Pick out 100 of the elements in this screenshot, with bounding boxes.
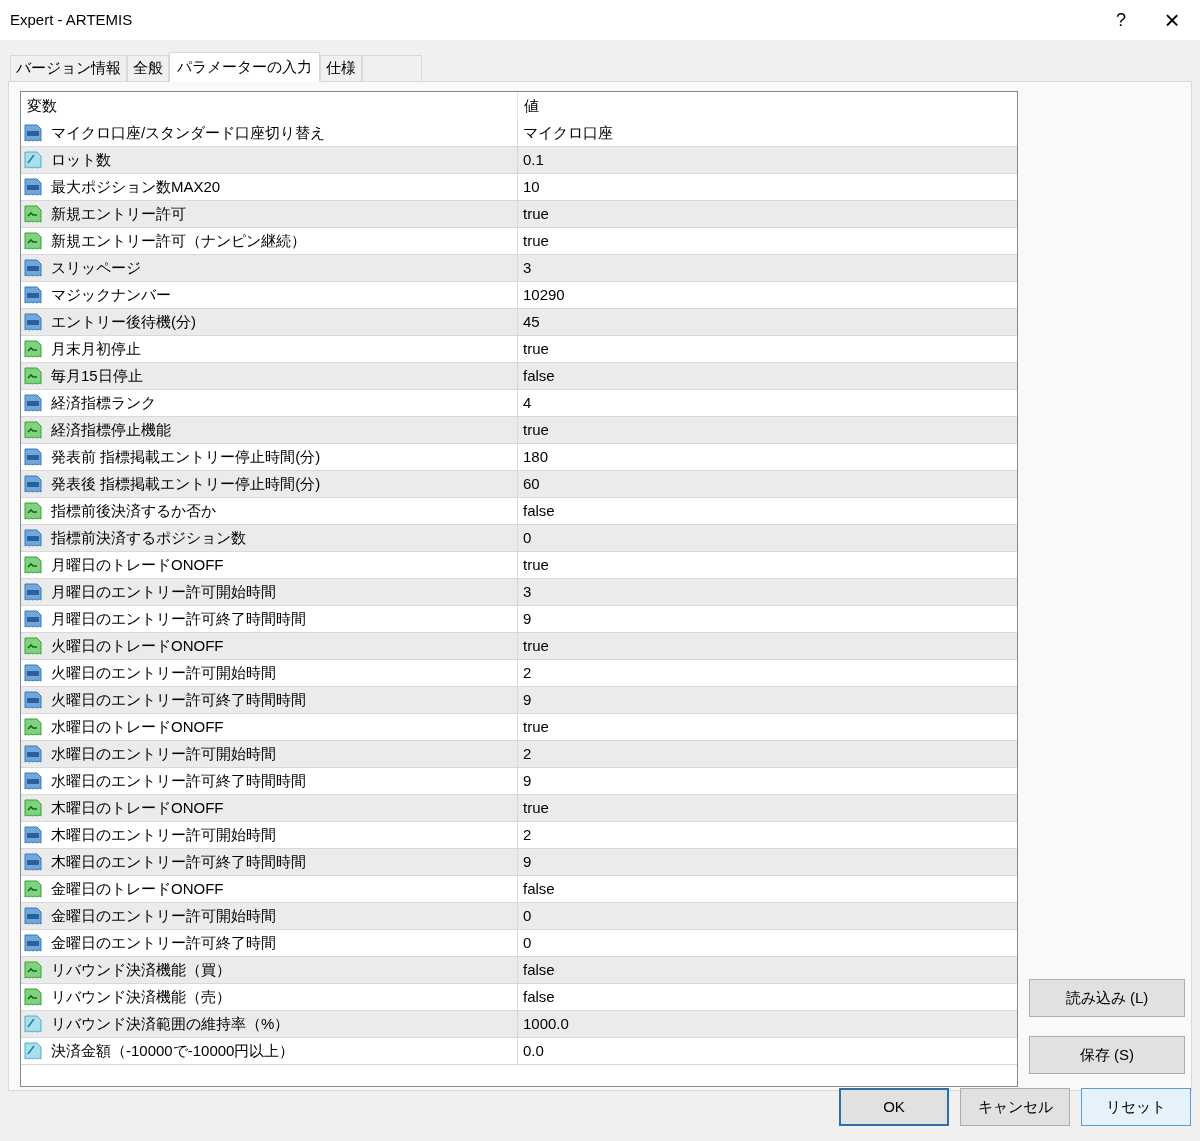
side-button[interactable]: 読み込み (L) — [1029, 979, 1185, 1017]
integer-type-icon — [23, 285, 43, 305]
parameter-name: 火曜日のエントリー許可開始時間 — [51, 662, 276, 683]
parameter-value[interactable]: true — [523, 715, 549, 739]
parameter-name: 月曜日のトレードONOFF — [51, 554, 224, 575]
parameter-value[interactable]: 2 — [523, 742, 532, 766]
tab[interactable]: パラメーターの入力 — [169, 52, 320, 82]
parameter-name: 月曜日のエントリー許可開始時間 — [51, 581, 276, 602]
parameter-name: ロット数 — [51, 149, 111, 170]
integer-type-icon — [23, 771, 43, 791]
integer-type-icon — [23, 609, 43, 629]
parameter-value[interactable]: 180 — [523, 445, 549, 469]
dialog-button[interactable]: OK — [839, 1088, 949, 1126]
integer-type-icon — [23, 177, 43, 197]
boolean-type-icon — [23, 366, 43, 386]
parameter-value[interactable]: 9 — [523, 607, 532, 631]
parameter-value[interactable]: true — [523, 634, 549, 658]
parameter-value[interactable]: 45 — [523, 310, 540, 334]
parameter-value[interactable]: 0 — [523, 526, 532, 550]
column-header[interactable]: 値 — [518, 92, 1017, 120]
decimal-type-icon — [23, 150, 43, 170]
integer-type-icon — [23, 933, 43, 953]
parameter-value[interactable]: 3 — [523, 580, 532, 604]
boolean-type-icon — [23, 501, 43, 521]
parameter-value[interactable]: 60 — [523, 472, 540, 496]
decimal-type-icon — [23, 1014, 43, 1034]
parameter-value[interactable]: false — [523, 877, 555, 901]
side-button[interactable]: 保存 (S) — [1029, 1036, 1185, 1074]
boolean-type-icon — [23, 231, 43, 251]
parameter-value[interactable]: 3 — [523, 256, 532, 280]
integer-type-icon — [23, 582, 43, 602]
integer-type-icon — [23, 393, 43, 413]
parameter-value[interactable]: 10 — [523, 175, 540, 199]
integer-type-icon — [23, 852, 43, 872]
parameter-name: 発表後 指標掲載エントリー停止時間(分) — [51, 473, 321, 494]
parameter-name: 月末月初停止 — [51, 338, 141, 359]
parameter-value[interactable]: false — [523, 364, 555, 388]
parameter-value[interactable]: false — [523, 499, 555, 523]
parameter-value[interactable]: false — [523, 958, 555, 982]
parameter-value[interactable]: true — [523, 418, 549, 442]
parameter-name: 木曜日のエントリー許可開始時間 — [51, 824, 276, 845]
boolean-type-icon — [23, 987, 43, 1007]
integer-type-icon — [23, 123, 43, 143]
parameter-name: 火曜日のトレードONOFF — [51, 635, 224, 656]
boolean-type-icon — [23, 420, 43, 440]
parameter-value[interactable]: 2 — [523, 823, 532, 847]
close-button[interactable]: × — [1144, 0, 1200, 40]
boolean-type-icon — [23, 717, 43, 737]
parameter-value[interactable]: false — [523, 985, 555, 1009]
help-button[interactable]: ? — [1098, 0, 1144, 40]
parameter-value[interactable]: true — [523, 796, 549, 820]
parameter-name: 決済金額（-10000で-10000円以上） — [51, 1040, 295, 1061]
integer-type-icon — [23, 906, 43, 926]
tab[interactable]: バージョン情報 — [10, 55, 127, 81]
parameter-name: マジックナンバー — [51, 284, 171, 305]
parameter-value[interactable]: 4 — [523, 391, 532, 415]
dialog-button[interactable]: リセット — [1081, 1088, 1191, 1126]
parameter-name: 金曜日のエントリー許可終了時間 — [51, 932, 276, 953]
parameter-name: 水曜日のエントリー許可開始時間 — [51, 743, 276, 764]
parameter-value[interactable]: 9 — [523, 769, 532, 793]
parameter-name: マイクロ口座/スタンダード口座切り替え — [51, 122, 326, 143]
parameter-value[interactable]: 2 — [523, 661, 532, 685]
parameter-name: 木曜日のエントリー許可終了時間時間 — [51, 851, 306, 872]
parameter-value[interactable]: true — [523, 229, 549, 253]
integer-type-icon — [23, 663, 43, 683]
parameter-name: エントリー後待機(分) — [51, 311, 196, 332]
parameter-name: 水曜日のエントリー許可終了時間時間 — [51, 770, 306, 791]
parameter-value[interactable]: 10290 — [523, 283, 565, 307]
tab[interactable]: 仕様 — [320, 55, 362, 81]
integer-type-icon — [23, 312, 43, 332]
dialog-button[interactable]: キャンセル — [960, 1088, 1070, 1126]
parameter-name: 新規エントリー許可 — [51, 203, 186, 224]
parameter-name: 水曜日のトレードONOFF — [51, 716, 224, 737]
integer-type-icon — [23, 744, 43, 764]
parameter-value[interactable]: true — [523, 337, 549, 361]
parameter-value[interactable]: 0.1 — [523, 148, 544, 172]
parameter-name: 火曜日のエントリー許可終了時間時間 — [51, 689, 306, 710]
parameter-value[interactable]: 9 — [523, 850, 532, 874]
parameter-name: 指標前決済するポジション数 — [51, 527, 246, 548]
tab[interactable]: 全般 — [127, 55, 169, 81]
boolean-type-icon — [23, 204, 43, 224]
parameter-value[interactable]: 1000.0 — [523, 1012, 569, 1036]
parameter-value[interactable]: true — [523, 202, 549, 226]
parameter-value[interactable]: 0.0 — [523, 1039, 544, 1063]
parameter-name: 新規エントリー許可（ナンピン継続） — [51, 230, 306, 251]
boolean-type-icon — [23, 636, 43, 656]
parameter-name: 経済指標ランク — [51, 392, 156, 413]
parameter-name: 最大ポジション数MAX20 — [51, 176, 221, 197]
boolean-type-icon — [23, 555, 43, 575]
parameter-value[interactable]: 9 — [523, 688, 532, 712]
integer-type-icon — [23, 690, 43, 710]
decimal-type-icon — [23, 1041, 43, 1061]
parameter-value[interactable]: マイクロ口座 — [523, 121, 613, 145]
parameter-name: スリッページ — [51, 257, 141, 278]
parameter-value[interactable]: 0 — [523, 931, 532, 955]
parameter-value[interactable]: 0 — [523, 904, 532, 928]
integer-type-icon — [23, 258, 43, 278]
parameter-value[interactable]: true — [523, 553, 549, 577]
boolean-type-icon — [23, 339, 43, 359]
boolean-type-icon — [23, 879, 43, 899]
